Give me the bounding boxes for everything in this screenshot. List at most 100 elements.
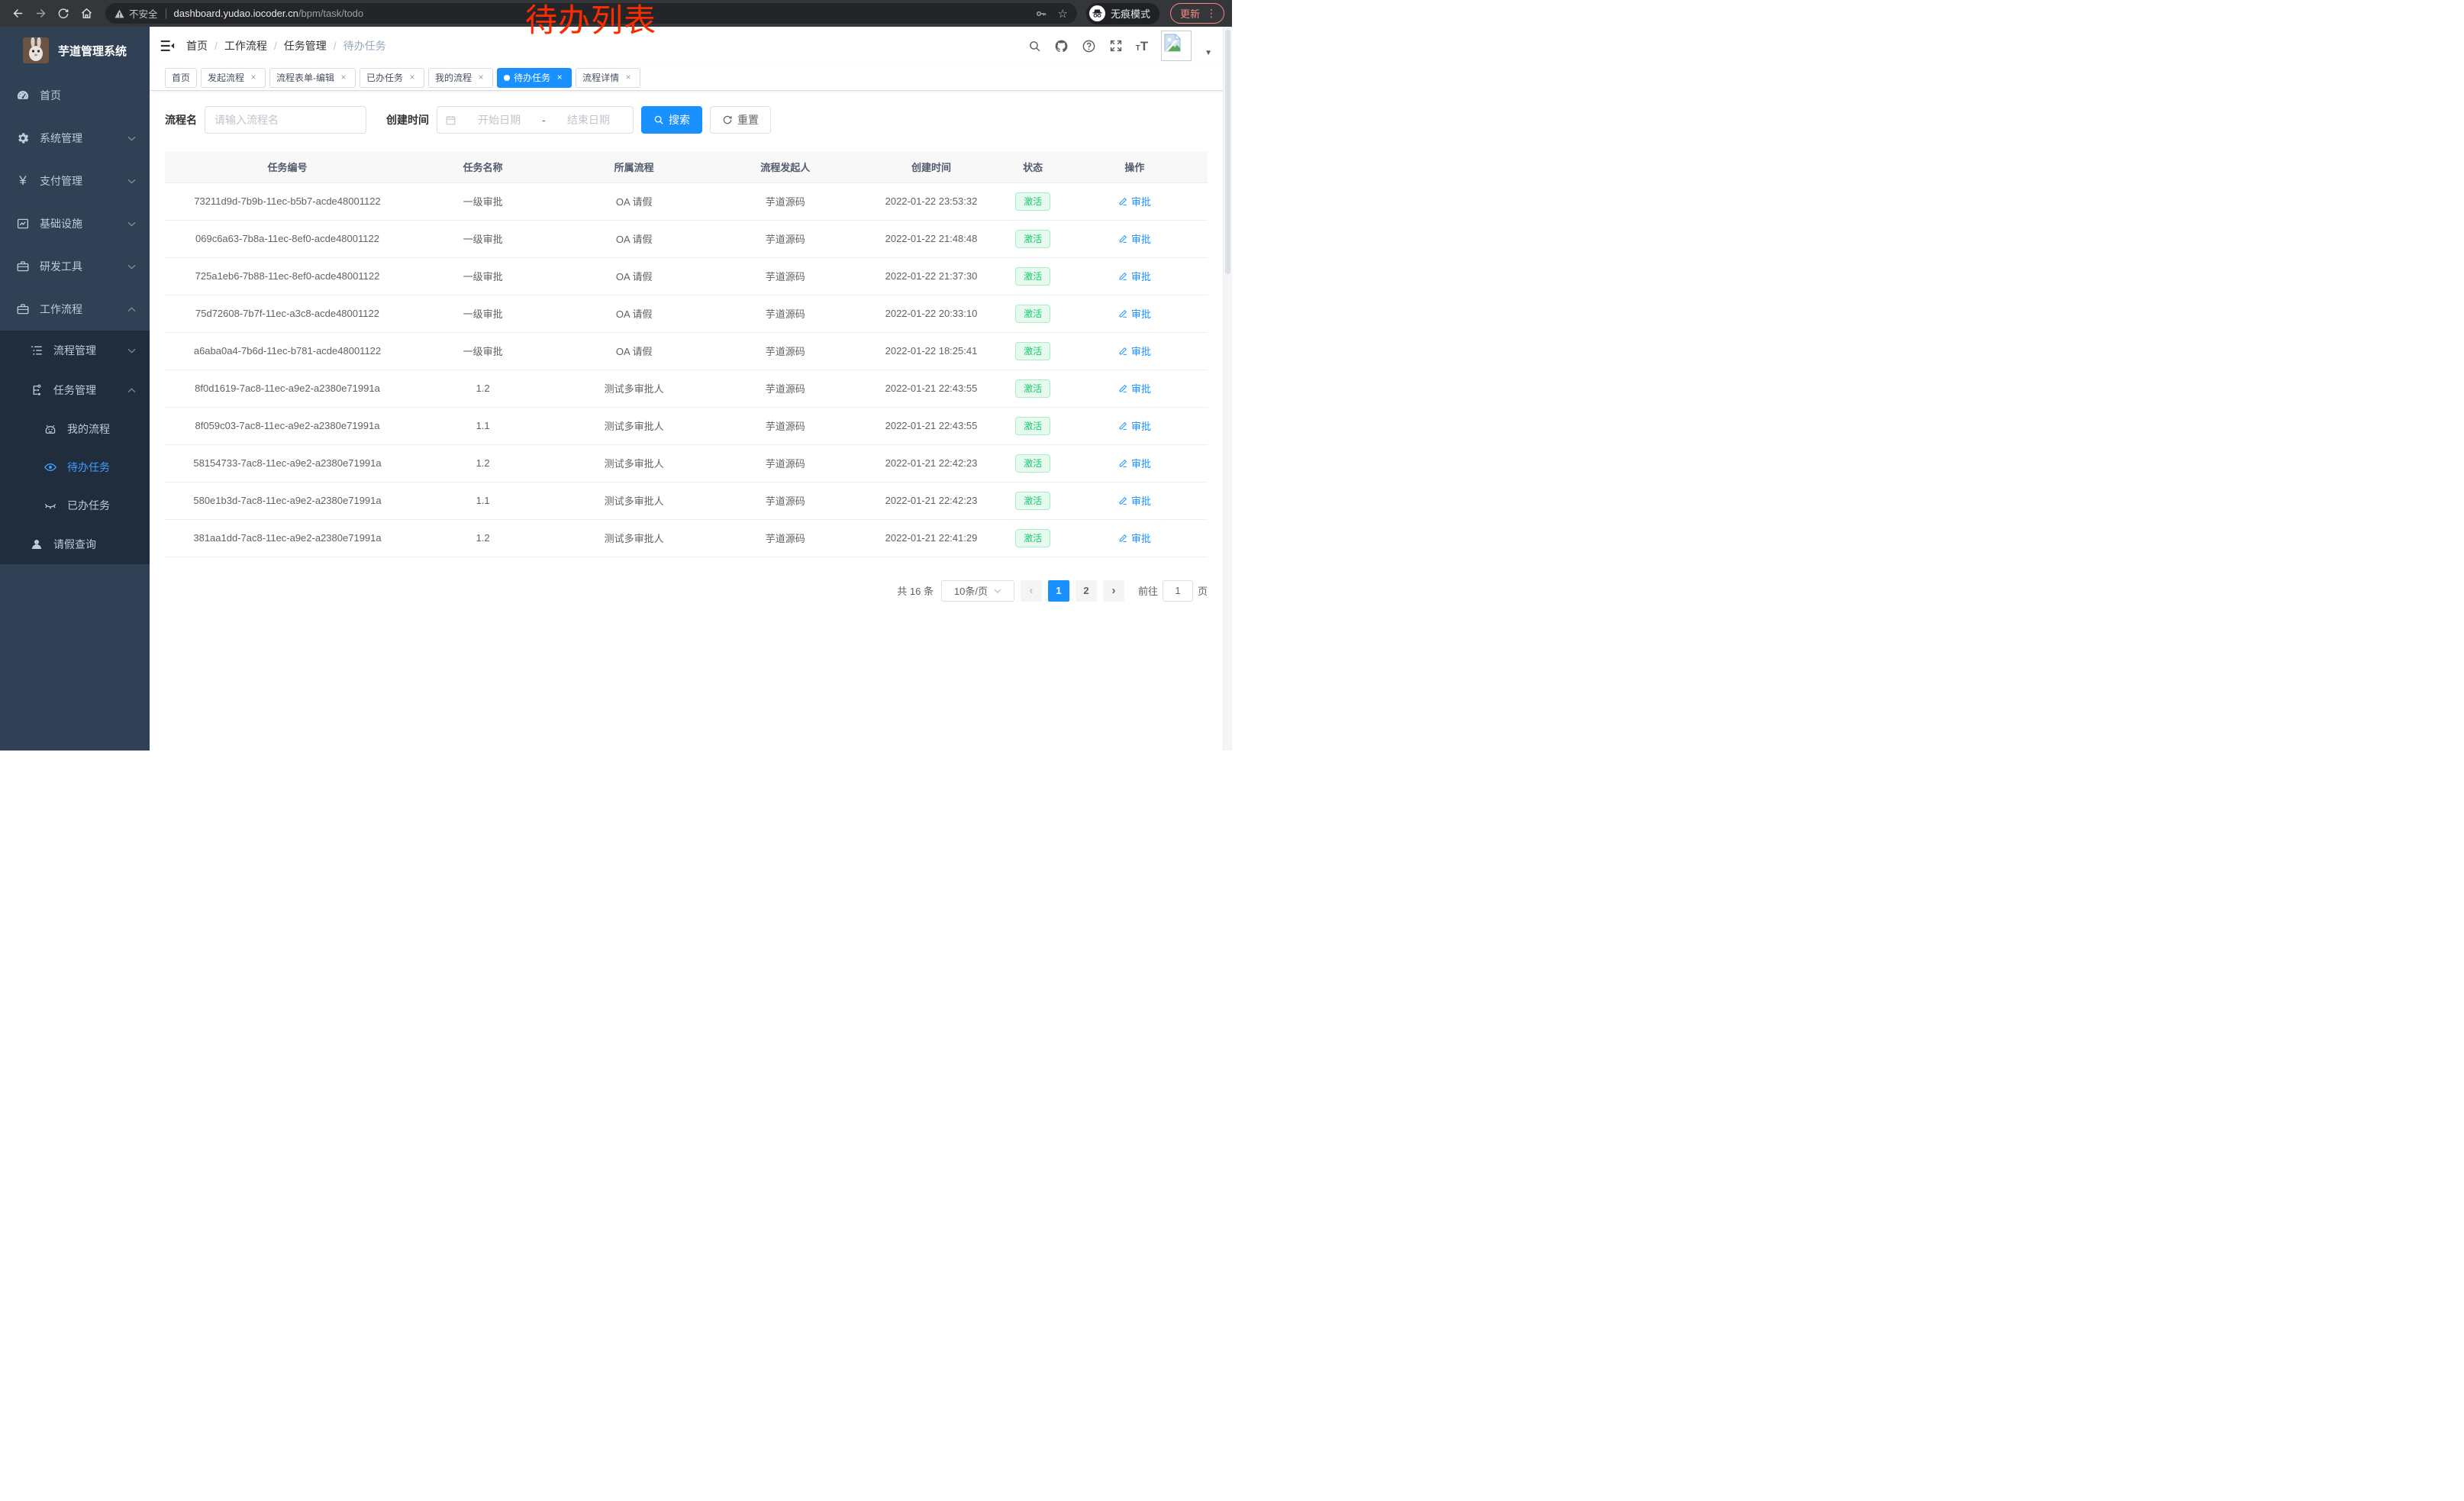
task-table: 任务编号 任务名称 所属流程 流程发起人 创建时间 状态 操作 73211d9d… (165, 152, 1208, 557)
fullscreen-icon[interactable] (1109, 39, 1123, 53)
task-tree-icon (30, 383, 44, 397)
approve-link[interactable]: 审批 (1118, 306, 1151, 321)
close-icon[interactable]: × (338, 73, 349, 83)
avatar[interactable] (1161, 31, 1192, 61)
calendar-icon (445, 115, 456, 126)
tab-form-edit[interactable]: 流程表单-编辑× (269, 68, 356, 88)
bookmark-star-icon[interactable]: ☆ (1058, 7, 1068, 21)
approve-link[interactable]: 审批 (1118, 493, 1151, 508)
help-icon[interactable] (1082, 39, 1096, 53)
edit-icon (1118, 495, 1128, 505)
status-badge: 激活 (1015, 417, 1050, 435)
search-icon[interactable] (1028, 40, 1041, 53)
tab-todo-tasks[interactable]: 待办任务× (497, 68, 572, 88)
reload-icon[interactable] (53, 4, 73, 24)
sidebar-logo[interactable]: 芋道管理系统 (0, 27, 150, 74)
table-row: 069c6a63-7b8a-11ec-8ef0-acde48001122一级审批… (165, 220, 1208, 257)
col-action: 操作 (1062, 152, 1208, 182)
breadcrumb-workflow[interactable]: 工作流程 (224, 38, 267, 53)
prev-page-button[interactable]: ‹ (1021, 580, 1042, 602)
sidebar-item-system[interactable]: 系统管理 (0, 117, 150, 160)
approve-link[interactable]: 审批 (1118, 381, 1151, 395)
approve-link[interactable]: 审批 (1118, 531, 1151, 545)
vertical-scrollbar[interactable] (1223, 27, 1232, 750)
edit-icon (1118, 458, 1128, 468)
sidebar-item-payment[interactable]: ¥ 支付管理 (0, 160, 150, 202)
reset-button[interactable]: 重置 (710, 106, 771, 134)
sidebar-item-infrastructure[interactable]: 基础设施 (0, 202, 150, 245)
sidebar-item-label: 支付管理 (40, 173, 118, 189)
close-icon[interactable]: × (554, 73, 565, 83)
yen-icon: ¥ (16, 173, 30, 189)
sidebar-item-home[interactable]: 首页 (0, 74, 150, 117)
approve-link[interactable]: 审批 (1118, 456, 1151, 470)
jump-suffix: 页 (1198, 583, 1208, 598)
chevron-down-icon (127, 264, 136, 270)
page-button-2[interactable]: 2 (1076, 580, 1097, 602)
status-badge: 激活 (1015, 230, 1050, 248)
table-row: 381aa1dd-7ac8-11ec-a9e2-a2380e71991a1.2测… (165, 519, 1208, 557)
tab-home[interactable]: 首页 (165, 68, 197, 88)
table-row: 8f059c03-7ac8-11ec-a9e2-a2380e71991a1.1测… (165, 407, 1208, 444)
navbar: 首页 / 工作流程 / 任务管理 / 待办任务 (150, 27, 1232, 65)
sidebar-menu: 首页 系统管理 ¥ 支付管理 基础设施 (0, 74, 150, 564)
pagination-total: 共 16 条 (897, 583, 934, 598)
github-icon[interactable] (1054, 39, 1069, 53)
date-range-picker[interactable]: 开始日期 - 结束日期 (437, 106, 634, 134)
incognito-badge: 无痕模式 (1086, 3, 1159, 24)
status-badge: 激活 (1015, 454, 1050, 473)
sidebar-item-label: 系统管理 (40, 131, 118, 146)
forward-icon[interactable] (31, 4, 50, 24)
next-page-button[interactable]: › (1103, 580, 1124, 602)
search-button[interactable]: 搜索 (641, 106, 702, 134)
edit-icon (1118, 271, 1128, 281)
key-icon[interactable] (1035, 8, 1047, 20)
jump-page-input[interactable] (1163, 580, 1193, 602)
chevron-down-icon (127, 348, 136, 353)
sidebar-item-task-mgmt[interactable]: 任务管理 (0, 370, 150, 410)
page-button-1[interactable]: 1 (1048, 580, 1069, 602)
sidebar-item-workflow[interactable]: 工作流程 (0, 288, 150, 331)
approve-link[interactable]: 审批 (1118, 231, 1151, 246)
eye-icon (44, 460, 57, 474)
tab-start-process[interactable]: 发起流程× (201, 68, 266, 88)
page-size-select[interactable]: 10条/页 (941, 580, 1014, 602)
breadcrumb-task-mgmt[interactable]: 任务管理 (284, 38, 327, 53)
sidebar-item-my-process[interactable]: 我的流程 (0, 410, 150, 448)
breadcrumb-home[interactable]: 首页 (186, 38, 208, 53)
chevron-down-icon (127, 221, 136, 227)
home-icon[interactable] (76, 4, 96, 24)
approve-link[interactable]: 审批 (1118, 269, 1151, 283)
sidebar-item-dev-tools[interactable]: 研发工具 (0, 245, 150, 288)
back-icon[interactable] (8, 4, 27, 24)
edit-icon (1118, 196, 1128, 206)
sidebar-item-label: 我的流程 (67, 421, 136, 437)
scrollbar-thumb[interactable] (1225, 30, 1230, 274)
sidebar-item-label: 待办任务 (67, 460, 136, 475)
avatar-caret-icon[interactable]: ▼ (1205, 49, 1212, 57)
sidebar-item-process-mgmt[interactable]: 流程管理 (0, 331, 150, 370)
sidebar-collapse-icon[interactable] (159, 37, 176, 54)
close-icon[interactable]: × (476, 73, 486, 83)
sidebar-item-done-tasks[interactable]: 已办任务 (0, 486, 150, 525)
sidebar-item-leave-query[interactable]: 请假查询 (0, 525, 150, 564)
filter-form: 流程名 创建时间 开始日期 - 结束日期 搜索 (165, 106, 1208, 134)
browser-menu-icon[interactable]: ⋮ (1206, 7, 1217, 20)
edit-icon (1118, 234, 1128, 244)
url-text[interactable]: dashboard.yudao.iocoder.cn/bpm/task/todo (174, 8, 364, 19)
tab-process-detail[interactable]: 流程详情× (576, 68, 640, 88)
font-size-icon[interactable]: TT (1136, 40, 1149, 53)
tab-done-tasks[interactable]: 已办任务× (360, 68, 424, 88)
process-name-input[interactable] (214, 114, 356, 126)
tab-my-process[interactable]: 我的流程× (428, 68, 493, 88)
close-icon[interactable]: × (248, 73, 259, 83)
start-date-placeholder: 开始日期 (463, 112, 536, 128)
close-icon[interactable]: × (623, 73, 634, 83)
update-button[interactable]: 更新 ⋮ (1170, 3, 1224, 24)
close-icon[interactable]: × (407, 73, 418, 83)
approve-link[interactable]: 审批 (1118, 194, 1151, 208)
approve-link[interactable]: 审批 (1118, 344, 1151, 358)
sidebar-item-todo-tasks[interactable]: 待办任务 (0, 448, 150, 486)
approve-link[interactable]: 审批 (1118, 418, 1151, 433)
security-warning[interactable]: 不安全 (114, 6, 158, 21)
